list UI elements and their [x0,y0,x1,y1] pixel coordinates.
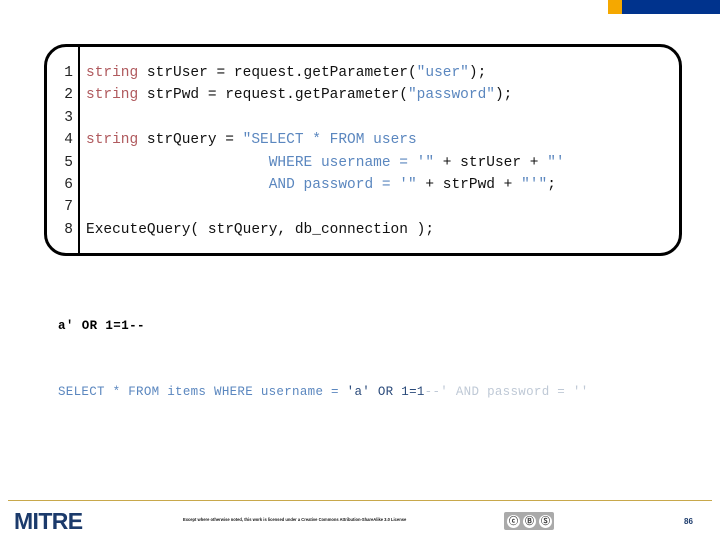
code-line-number: 4 [64,132,73,149]
license-text: Except where otherwise noted, this work … [183,517,407,522]
code-line-content: ExecuteQuery( strQuery, db_connection ); [73,219,434,241]
code-line-content: string strUser = request.getParameter("u… [73,62,486,84]
code-token: "'" [521,176,548,193]
code-token: string [86,65,147,81]
code-token: AND password = '" [86,176,417,193]
code-line: 8 ExecuteQuery( strQuery, db_connection )… [47,219,679,241]
code-line-number: 8 [64,221,73,238]
code-line: 2 string strPwd = request.getParameter("p… [47,84,679,106]
code-token: ; [547,176,556,193]
banner-accent-square [608,0,622,14]
page-number: 86 [684,517,693,526]
code-token: + strUser + [434,154,548,171]
code-line-number: 1 [64,65,73,81]
footer-divider [8,500,712,501]
code-line: 4 string strQuery = "SELECT * FROM users [47,129,679,151]
code-line-number: 3 [64,109,73,126]
code-token: + strPwd + [416,176,522,193]
code-token: WHERE username = '" [86,154,435,171]
code-token: ); [468,65,487,81]
query-segment: 'a' OR 1=1 [346,385,425,399]
query-segment: --' AND password = '' [424,385,589,399]
code-line-number: 6 [64,176,73,193]
code-token: string [86,87,147,104]
code-token: "SELECT * FROM users [242,132,417,149]
code-token: "password" [407,87,495,104]
code-line-content [73,196,95,218]
code-line-number: 5 [64,154,73,171]
cc-glyph-icon: ⓒ [507,514,520,528]
code-line-content: WHERE username = '" + strUser + "' [73,152,565,174]
code-lines: 1 string strUser = request.getParameter("… [47,62,679,241]
code-token: ); [494,87,513,104]
query-segment: SELECT * FROM items WHERE username = [58,385,347,399]
mitre-logo: MITRE [14,508,83,534]
cc-glyph-icon: Ⓢ [539,514,552,528]
code-token: strQuery = [146,132,243,149]
code-line-content [73,107,95,129]
code-line: 1 string strUser = request.getParameter("… [47,62,679,84]
top-banner [0,0,720,14]
code-token: string [86,132,147,149]
code-token: "user" [416,65,469,81]
code-token: "' [547,154,565,171]
code-line-content: string strPwd = request.getParameter("pa… [73,84,512,106]
code-line: 7 [47,196,679,218]
code-line: 5 WHERE username = '" + strUser + "' [47,152,679,174]
cc-glyph-icon: Ⓑ [523,514,536,528]
injection-payload-text: a' OR 1=1-- [58,319,145,333]
code-line-number: 7 [64,199,73,216]
code-token: strPwd = request.getParameter( [146,87,408,104]
code-block: 1 string strUser = request.getParameter("… [44,44,682,256]
code-line: 3 [47,107,679,129]
banner-bar [622,0,720,14]
code-line: 6 AND password = '" + strPwd + "'"; [47,174,679,196]
code-block-inner: 1 string strUser = request.getParameter("… [47,47,679,253]
code-token: strUser = request.getParameter( [146,65,417,81]
code-token: ExecuteQuery( strQuery, db_connection ); [86,221,435,238]
code-line-number: 2 [64,87,73,104]
code-line-content: string strQuery = "SELECT * FROM users [73,129,417,151]
resulting-query-text: SELECT * FROM items WHERE username = 'a'… [58,385,589,399]
code-line-content: AND password = '" + strPwd + "'"; [73,174,556,196]
creative-commons-badge: ⓒ Ⓑ Ⓢ [504,512,554,530]
